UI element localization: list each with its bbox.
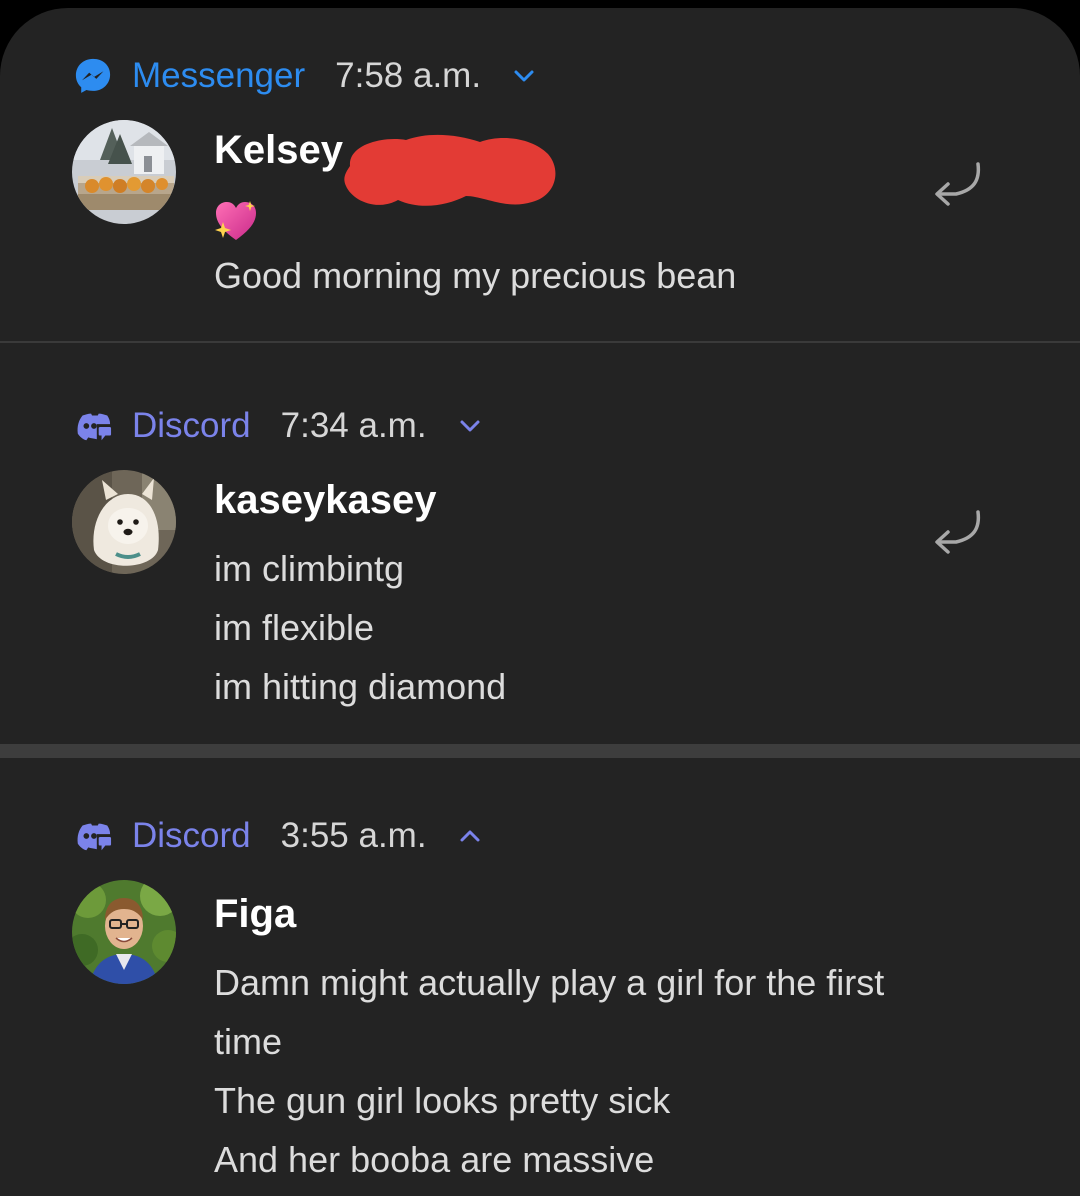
message-line: im hitting diamond [214,666,507,707]
discord-icon [77,413,112,441]
notification-header: Discord 7:34 a.m. [74,406,483,446]
sender-name: kaseykasey [214,478,437,522]
avatar [72,880,176,984]
notification-time: 3:55 a.m. [280,816,427,855]
message-line: im flexible [214,607,375,648]
messenger-icon [75,58,111,93]
message-body: im climbintg im flexible im hitting diam… [214,539,506,716]
app-name: Messenger [132,56,306,95]
notification-header: Messenger 7:58 a.m. [74,56,537,96]
message-line: Good morning my precious bean [214,255,737,296]
notification-messenger[interactable]: Messenger 7:58 a.m. Kelsey Good morning … [0,8,1080,342]
redaction-mark [344,134,556,206]
message-line: Damn might actually play a girl for the … [214,962,885,1003]
chevron-down-icon[interactable] [457,413,483,439]
message-body: Good morning my precious bean [214,246,736,305]
sparkling-heart-emoji [215,201,256,240]
notification-discord-expanded[interactable]: Discord 3:55 a.m. Figa Damn might actual… [0,744,1080,1196]
sender-name: Figa [214,892,297,936]
reply-icon[interactable] [926,502,988,560]
avatar [72,120,176,224]
avatar [72,470,176,574]
reply-icon[interactable] [926,154,988,212]
message-line: And her booba are massive [214,1139,655,1180]
notification-header: Discord 3:55 a.m. [74,816,483,856]
app-name: Discord [132,816,251,855]
chevron-up-icon[interactable] [457,823,483,849]
notification-time: 7:34 a.m. [280,406,427,445]
sender-name: Kelsey [214,128,343,172]
notification-panel: Messenger 7:58 a.m. Kelsey Good morning … [0,8,1080,1196]
message-line: The gun girl looks pretty sick [214,1080,671,1121]
notification-shade: Messenger 7:58 a.m. Kelsey Good morning … [0,0,1080,1196]
message-line: im climbintg [214,548,405,589]
message-body: Damn might actually play a girl for the … [214,953,884,1189]
notification-discord[interactable]: Discord 7:34 a.m. kaseykasey im climbint… [0,342,1080,744]
app-name: Discord [132,406,251,445]
discord-icon [77,823,112,851]
message-line: time [214,1021,283,1062]
chevron-down-icon[interactable] [511,63,537,89]
notification-time: 7:58 a.m. [335,56,482,95]
